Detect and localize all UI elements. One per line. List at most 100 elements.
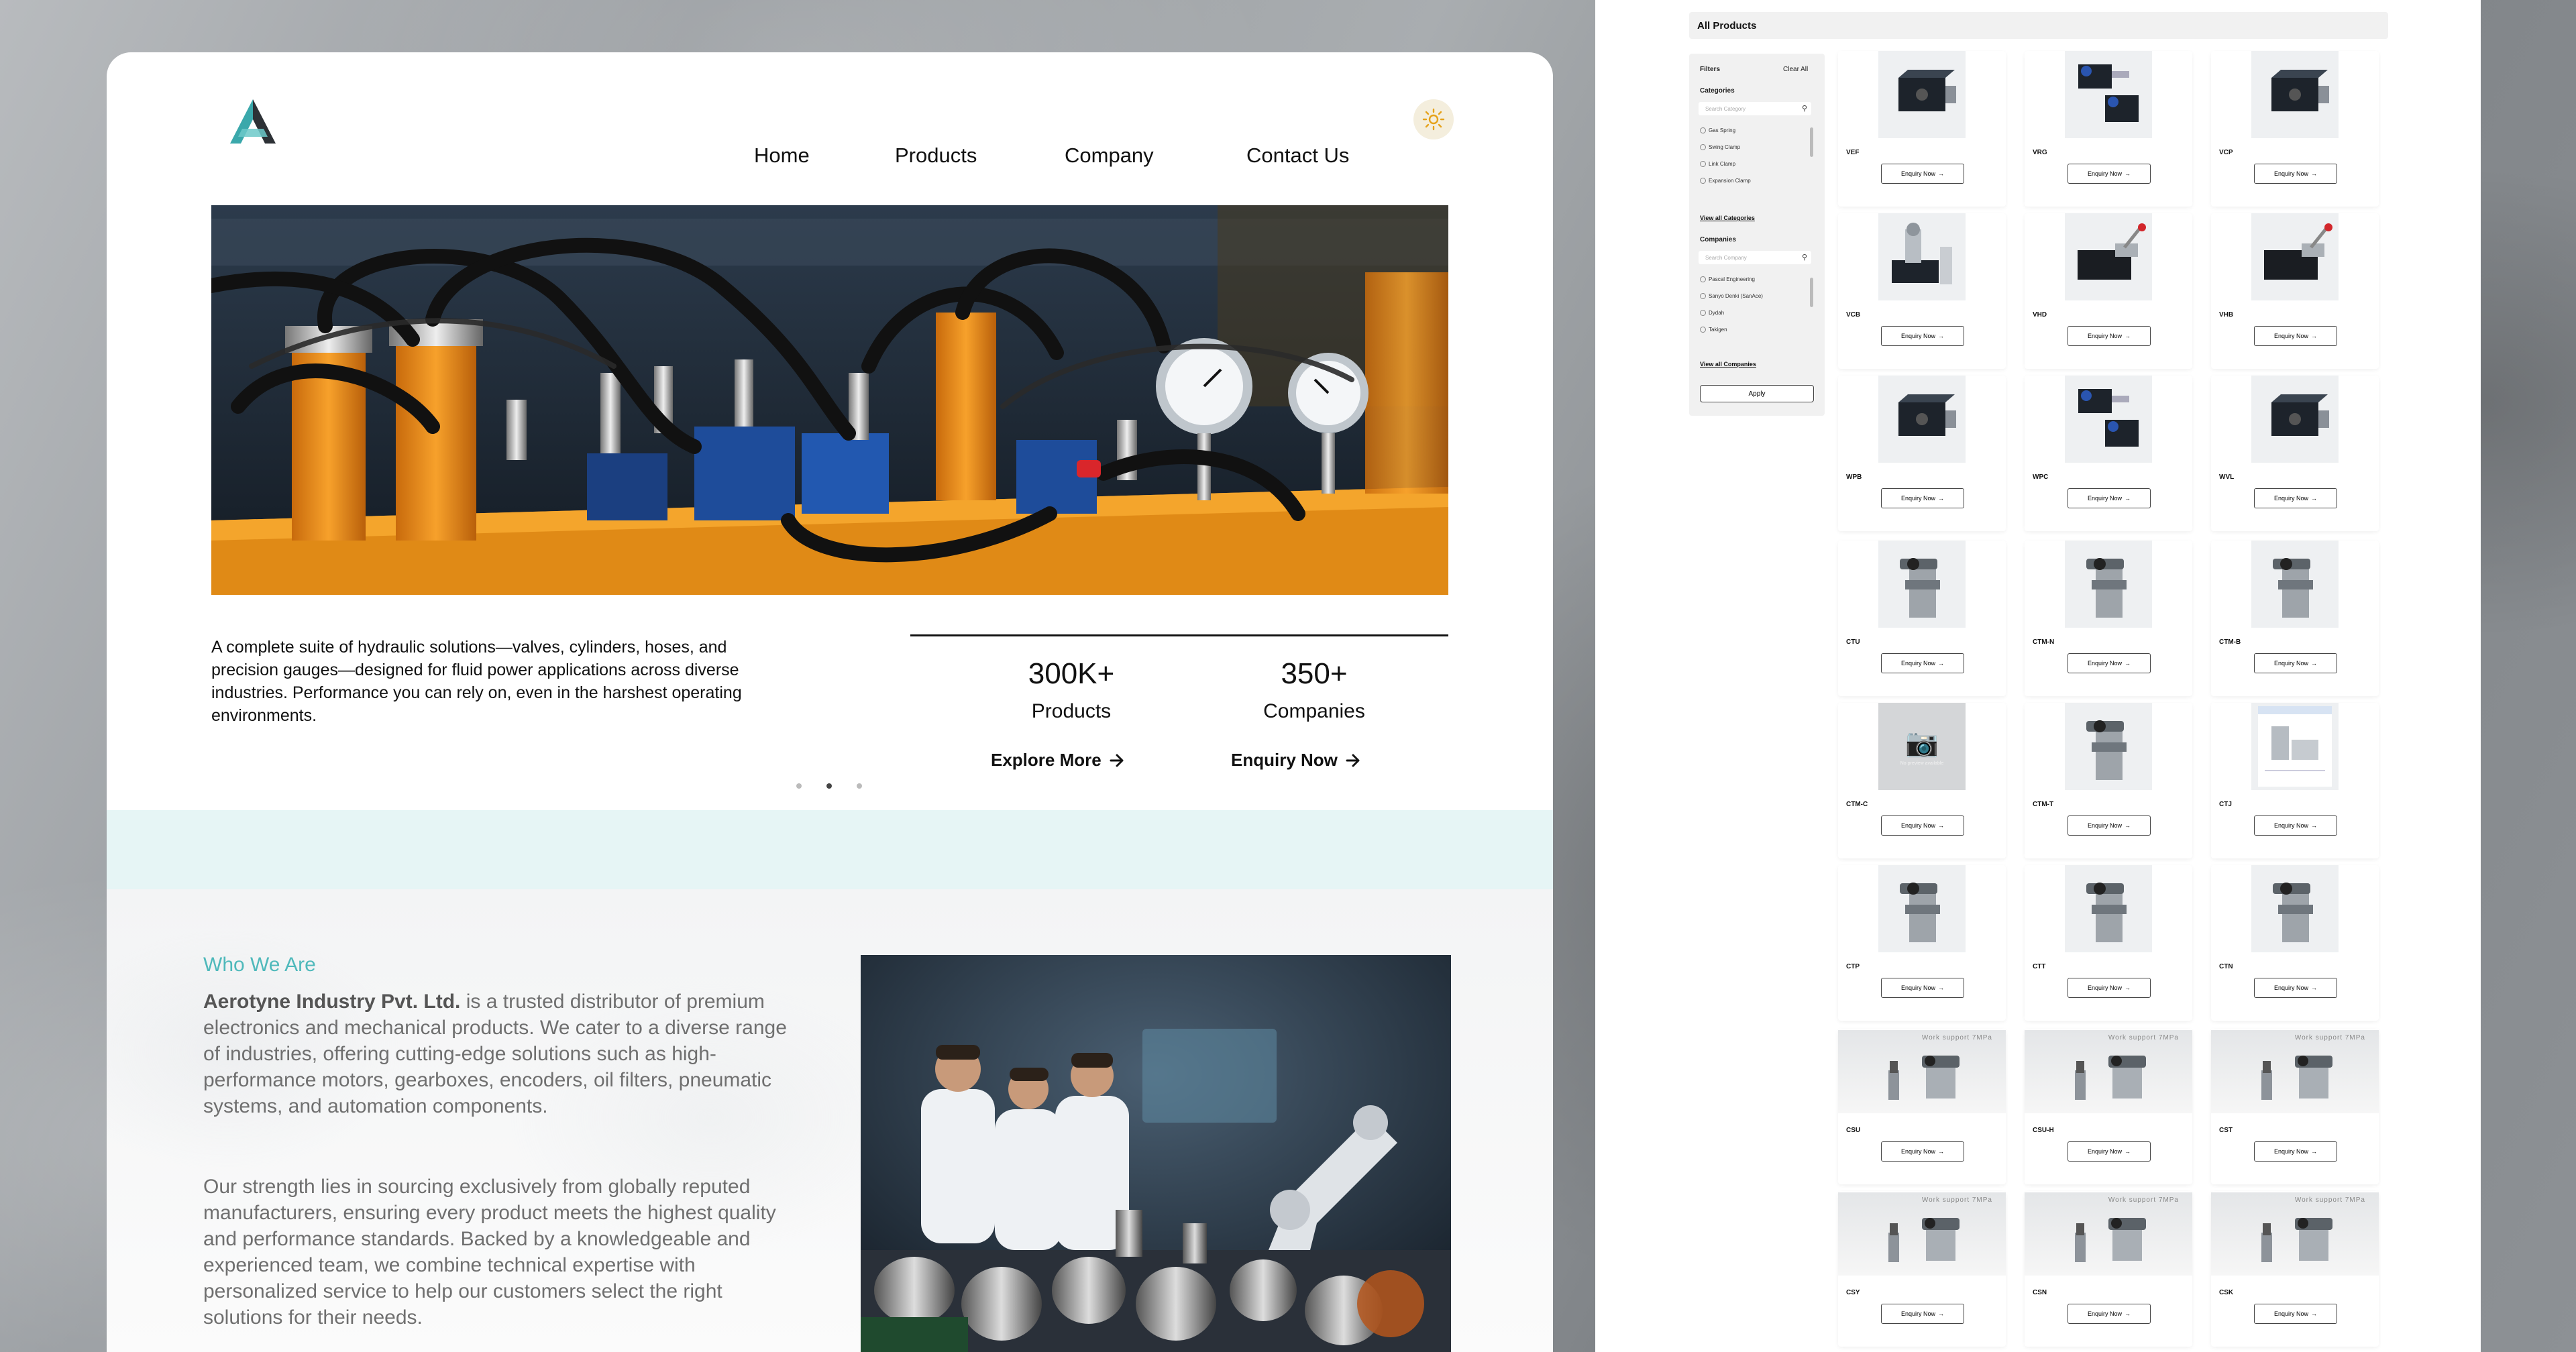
arrow-right-icon: → [2125, 984, 2131, 991]
sun-icon [1422, 108, 1445, 131]
clear-all-button[interactable]: Clear All [1783, 66, 1808, 73]
product-card[interactable]: CTM-N Enquiry Now → [2025, 541, 2192, 696]
apply-filters-button[interactable]: Apply [1700, 385, 1814, 402]
carousel-dot-3[interactable] [857, 783, 862, 789]
product-card[interactable]: VRG Enquiry Now → [2025, 51, 2192, 207]
product-card[interactable]: Work support 7MPa CSU-H Enquiry Now → [2025, 1029, 2192, 1184]
view-all-categories-link[interactable]: View all Categories [1700, 215, 1755, 221]
enquiry-now-label: Enquiry Now [2273, 495, 2309, 502]
work-support-caption: Work support 7MPa [2108, 1034, 2179, 1041]
company-option[interactable]: Takigen [1700, 321, 1763, 338]
enquiry-now-label: Enquiry Now [2087, 1148, 2123, 1155]
view-all-companies-link[interactable]: View all Companies [1700, 361, 1756, 368]
enquiry-now-button[interactable]: Enquiry Now → [2068, 978, 2151, 998]
enquiry-now-button[interactable]: Enquiry Now → [1881, 1141, 1964, 1162]
product-image [2065, 541, 2152, 628]
product-card[interactable]: 📷 No preview available CTM-C Enquiry Now → [1838, 703, 2006, 858]
company-logo[interactable] [227, 97, 278, 148]
product-image [1878, 541, 1966, 628]
enquiry-now-button[interactable]: Enquiry Now → [1881, 164, 1964, 184]
product-card[interactable]: CTT Enquiry Now → [2025, 865, 2192, 1021]
product-image [1878, 51, 1966, 138]
product-card[interactable]: Work support 7MPa CSY Enquiry Now → [1838, 1191, 2006, 1347]
product-name: WVL [2219, 473, 2235, 481]
product-card[interactable]: Work support 7MPa CST Enquiry Now → [2211, 1029, 2379, 1184]
enquiry-now-button[interactable]: Enquiry Now → [2254, 815, 2337, 836]
arrow-right-icon: → [2311, 1148, 2318, 1155]
product-card[interactable]: Work support 7MPa CSN Enquiry Now → [2025, 1191, 2192, 1347]
enquiry-now-button[interactable]: Enquiry Now → [2254, 978, 2337, 998]
enquiry-now-button[interactable]: Enquiry Now → [2068, 815, 2151, 836]
product-image [2065, 376, 2152, 463]
enquiry-now-button[interactable]: Enquiry Now → [2254, 1141, 2337, 1162]
product-name: CTM-N [2033, 638, 2055, 646]
product-card[interactable]: VCB Enquiry Now → [1838, 213, 2006, 369]
category-option[interactable]: Swing Clamp [1700, 139, 1751, 156]
enquiry-now-link[interactable]: Enquiry Now [1231, 750, 1362, 771]
product-card[interactable]: WVL Enquiry Now → [2211, 376, 2379, 531]
product-image: Work support 7MPa [2025, 1192, 2192, 1276]
nav-contact-us[interactable]: Contact Us [1246, 144, 1349, 168]
company-option[interactable]: Sanyo Denki (SanAce) [1700, 288, 1763, 304]
company-option[interactable]: Pascal Engineering [1700, 271, 1763, 288]
enquiry-now-button[interactable]: Enquiry Now → [2068, 1141, 2151, 1162]
product-name: VHD [2033, 311, 2047, 319]
product-card[interactable]: CTJ Enquiry Now → [2211, 703, 2379, 858]
product-card[interactable]: CTP Enquiry Now → [1838, 865, 2006, 1021]
product-card[interactable]: VHB Enquiry Now → [2211, 213, 2379, 369]
product-card[interactable]: CTU Enquiry Now → [1838, 541, 2006, 696]
work-support-caption: Work support 7MPa [1921, 1034, 1992, 1041]
carousel-dot-1[interactable] [796, 783, 802, 789]
company-option[interactable]: Dydah [1700, 304, 1763, 321]
enquiry-now-button[interactable]: Enquiry Now → [2068, 1304, 2151, 1324]
arrow-right-icon: → [1938, 822, 1945, 829]
enquiry-now-button[interactable]: Enquiry Now → [2254, 326, 2337, 346]
enquiry-now-button[interactable]: Enquiry Now → [1881, 1304, 1964, 1324]
arrow-right-icon: → [2311, 1310, 2318, 1317]
enquiry-now-button[interactable]: Enquiry Now → [1881, 653, 1964, 673]
carousel-dot-2[interactable] [826, 783, 832, 789]
nav-home[interactable]: Home [754, 144, 810, 168]
arrow-right-icon: → [1938, 660, 1945, 667]
company-search-input[interactable]: Search Company ⚲ [1699, 251, 1811, 264]
enquiry-now-button[interactable]: Enquiry Now → [2254, 1304, 2337, 1324]
product-card[interactable]: CTM-B Enquiry Now → [2211, 541, 2379, 696]
category-search-input[interactable]: Search Category ⚲ [1699, 102, 1811, 115]
product-card[interactable]: CTM-T Enquiry Now → [2025, 703, 2192, 858]
enquiry-now-button[interactable]: Enquiry Now → [2254, 653, 2337, 673]
category-option[interactable]: Link Clamp [1700, 156, 1751, 172]
enquiry-now-button[interactable]: Enquiry Now → [2068, 653, 2151, 673]
theme-toggle-button[interactable] [1413, 99, 1454, 139]
enquiry-now-button[interactable]: Enquiry Now → [2068, 488, 2151, 508]
product-card[interactable]: WPB Enquiry Now → [1838, 376, 2006, 531]
product-card[interactable]: Work support 7MPa CSK Enquiry Now → [2211, 1191, 2379, 1347]
enquiry-now-button[interactable]: Enquiry Now → [2068, 164, 2151, 184]
enquiry-now-button[interactable]: Enquiry Now → [2068, 326, 2151, 346]
enquiry-now-button[interactable]: Enquiry Now → [1881, 978, 1964, 998]
nav-company[interactable]: Company [1065, 144, 1154, 168]
product-card[interactable]: VHD Enquiry Now → [2025, 213, 2192, 369]
enquiry-now-button[interactable]: Enquiry Now → [1881, 488, 1964, 508]
product-image: Work support 7MPa [1838, 1030, 2006, 1113]
enquiry-now-button[interactable]: Enquiry Now → [1881, 326, 1964, 346]
nav-products[interactable]: Products [895, 144, 977, 168]
enquiry-now-button[interactable]: Enquiry Now → [2254, 164, 2337, 184]
search-icon: ⚲ [1801, 105, 1807, 113]
explore-more-link[interactable]: Explore More [991, 750, 1126, 771]
product-card[interactable]: WPC Enquiry Now → [2025, 376, 2192, 531]
category-option[interactable]: Expansion Clamp [1700, 172, 1751, 189]
work-support-caption: Work support 7MPa [2294, 1034, 2365, 1041]
product-card[interactable]: VCP Enquiry Now → [2211, 51, 2379, 207]
product-card[interactable]: VEF Enquiry Now → [1838, 51, 2006, 207]
category-option[interactable]: Gas Spring [1700, 122, 1751, 139]
about-paragraph-1: Aerotyne Industry Pvt. Ltd. is a trusted… [203, 989, 794, 1119]
product-image [2251, 51, 2339, 138]
enquiry-now-button[interactable]: Enquiry Now → [1881, 815, 1964, 836]
enquiry-now-button[interactable]: Enquiry Now → [2254, 488, 2337, 508]
arrow-right-icon: → [2125, 1148, 2131, 1155]
company-scrollbar[interactable] [1810, 278, 1813, 307]
product-card[interactable]: CTN Enquiry Now → [2211, 865, 2379, 1021]
category-scrollbar[interactable] [1810, 127, 1813, 157]
enquiry-now-label: Enquiry Now [2087, 170, 2123, 177]
product-card[interactable]: Work support 7MPa CSU Enquiry Now → [1838, 1029, 2006, 1184]
